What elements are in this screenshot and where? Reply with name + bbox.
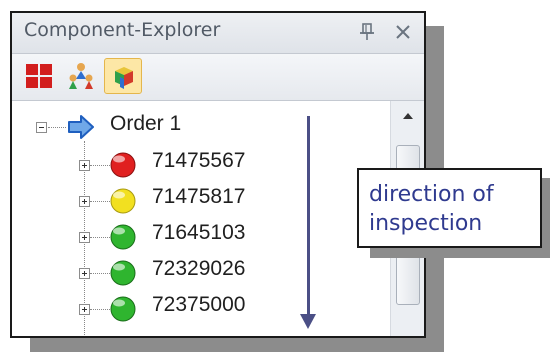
status-green-icon xyxy=(110,296,136,322)
pin-icon[interactable] xyxy=(358,22,376,42)
panel-toolbar xyxy=(12,54,424,101)
components-cubes-icon xyxy=(115,67,133,89)
tree-connector xyxy=(90,165,110,166)
tree-item-label: 72375000 xyxy=(152,293,246,316)
grid-layout-icon xyxy=(26,64,52,88)
inspection-direction-arrowhead xyxy=(300,314,316,329)
expand-toggle-icon[interactable] xyxy=(79,268,90,279)
tree-connector xyxy=(48,127,66,128)
tree-item[interactable]: 71645103 xyxy=(12,218,332,254)
tree-connector xyxy=(90,309,110,310)
status-green-icon xyxy=(110,224,136,250)
tree-item[interactable]: 71475817 xyxy=(12,182,332,218)
tree-item-root[interactable]: Order 1 xyxy=(32,109,232,145)
panel-titlebar: Component-Explorer xyxy=(12,13,424,54)
tree-item-label: 71475567 xyxy=(152,149,246,172)
collapse-toggle-icon[interactable] xyxy=(36,122,47,133)
scroll-up-button[interactable] xyxy=(391,101,424,131)
tree-item[interactable]: 72375000 xyxy=(12,290,332,326)
annotation-text: direction of inspection xyxy=(369,182,494,236)
component-tree: Order 1 71475567 71475817 71645103 72329… xyxy=(12,101,390,336)
expand-toggle-icon[interactable] xyxy=(79,304,90,315)
tree-item-label: Order 1 xyxy=(110,112,182,135)
tree-item-label: 72329026 xyxy=(152,257,246,280)
tree-item-label: 71645103 xyxy=(152,221,246,244)
close-icon[interactable] xyxy=(394,23,412,41)
tree-connector xyxy=(90,237,110,238)
components-cubes-button[interactable] xyxy=(104,58,142,94)
annotation-callout: direction of inspection xyxy=(357,168,542,248)
expand-toggle-icon[interactable] xyxy=(79,160,90,171)
grid-layout-button[interactable] xyxy=(20,58,58,94)
expand-toggle-icon[interactable] xyxy=(79,196,90,207)
status-green-icon xyxy=(110,260,136,286)
status-red-icon xyxy=(110,152,136,178)
tree-item[interactable]: 72329026 xyxy=(12,254,332,290)
panel-title: Component-Explorer xyxy=(24,19,221,41)
tree-connector xyxy=(90,273,110,274)
expand-toggle-icon[interactable] xyxy=(79,232,90,243)
tree-item-label: 71475817 xyxy=(152,185,246,208)
inspection-direction-arrow xyxy=(307,116,310,316)
blue-arrow-icon xyxy=(66,113,96,145)
tree-item[interactable]: 71475567 xyxy=(12,146,332,182)
people-hierarchy-icon xyxy=(69,63,93,89)
status-yellow-icon xyxy=(110,188,136,214)
people-hierarchy-button[interactable] xyxy=(62,58,100,94)
tree-connector xyxy=(90,201,110,202)
